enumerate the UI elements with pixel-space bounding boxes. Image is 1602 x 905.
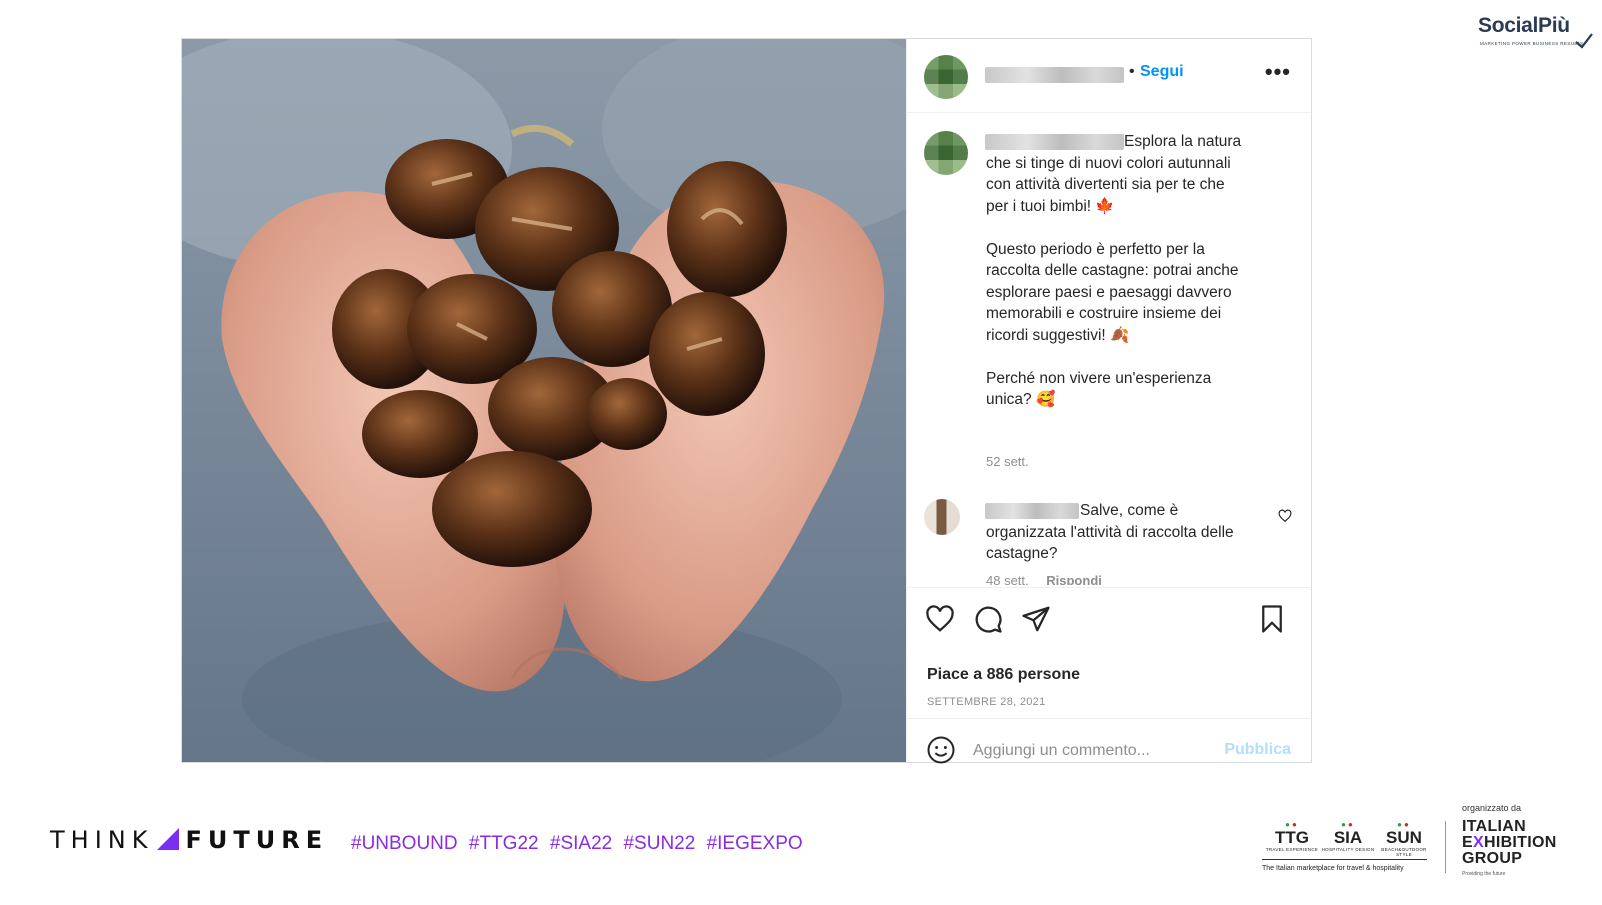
- publish-button[interactable]: Pubblica: [1224, 741, 1291, 759]
- ieg-line-3: GROUP: [1462, 850, 1523, 867]
- fairs-tagline: The Italian marketplace for travel & hos…: [1262, 865, 1404, 872]
- brand-name: SocialPiù: [1478, 14, 1570, 37]
- share-icon[interactable]: [1021, 604, 1051, 634]
- more-dots-icon[interactable]: •••: [1265, 59, 1291, 85]
- chestnuts-in-hands-illustration: [182, 39, 906, 762]
- fair-sub: BEACH&OUTDOOR STYLE: [1381, 847, 1427, 857]
- post-actions: Piace a 886 persone SETTEMBRE 28, 2021: [907, 587, 1310, 718]
- ieg-line-2: EXHIBITION: [1462, 835, 1557, 851]
- fair-sub: TRAVEL EXPERIENCE: [1265, 847, 1319, 852]
- caption-time: 52 sett.: [986, 454, 1029, 469]
- emoji-icon[interactable]: [926, 735, 956, 765]
- post-header: • Segui •••: [907, 39, 1311, 113]
- ieg-logo: ITALIAN EXHIBITION GROUP: [1462, 819, 1557, 867]
- caption-author-avatar[interactable]: [924, 131, 968, 175]
- triangle-mark-icon: [157, 828, 180, 850]
- future-word: FUTURE: [185, 826, 329, 854]
- ieg-line-1: ITALIAN: [1462, 818, 1527, 835]
- fair-logo-ttg: ●● TTG TRAVEL EXPERIENCE: [1262, 821, 1322, 853]
- ieg-tagline: Providing the future: [1462, 871, 1506, 877]
- bookmark-icon[interactable]: [1257, 604, 1287, 634]
- comment-time: 48 sett.: [986, 573, 1029, 585]
- heart-icon[interactable]: [925, 604, 955, 634]
- comment-text: Salve, come è organizzata l'attività di …: [986, 502, 1234, 562]
- ieg-x: X: [1472, 834, 1484, 851]
- comment-input[interactable]: [971, 733, 1205, 769]
- comment-like-heart-icon[interactable]: [1278, 509, 1292, 523]
- think-word: THINK: [50, 826, 154, 854]
- author-name-blurred[interactable]: [985, 67, 1124, 83]
- reply-button[interactable]: Rispondi: [1046, 573, 1102, 585]
- author-avatar[interactable]: [924, 55, 968, 99]
- brand-tagline: MARKETING POWER BUSINESS RESULTS: [1480, 41, 1584, 46]
- ieg-line-2-a: E: [1462, 834, 1473, 851]
- instagram-post: • Segui ••• Esplora la natura che si tin…: [181, 38, 1312, 769]
- post-sidebar: • Segui ••• Esplora la natura che si tin…: [906, 39, 1311, 769]
- post-date: SETTEMBRE 28, 2021: [927, 696, 1046, 708]
- comment-icon[interactable]: [973, 604, 1003, 634]
- header-separator: •: [1129, 63, 1135, 80]
- fair-name: SIA: [1333, 828, 1363, 847]
- fair-name: SUN: [1386, 828, 1422, 847]
- comments-panel[interactable]: Esplora la natura che si tinge di nuovi …: [907, 113, 1310, 585]
- ieg-line-2-b: HIBITION: [1483, 834, 1557, 851]
- fairs-divider: [1262, 859, 1427, 860]
- comment-meta: 48 sett. Rispondi: [986, 573, 1102, 585]
- fair-logo-sia: ●● SIA HOSPITALITY DESIGN: [1318, 821, 1378, 853]
- organizer-logos: ●● TTG TRAVEL EXPERIENCE ●● SIA HOSPITAL…: [1262, 803, 1592, 883]
- socialpiu-logo: SocialPiù MARKETING POWER BUSINESS RESUL…: [1474, 14, 1594, 50]
- commenter-avatar[interactable]: [924, 499, 960, 535]
- fair-name: TTG: [1275, 828, 1309, 847]
- likes-count[interactable]: Piace a 886 persone: [927, 666, 1080, 684]
- brand-check-icon: [1575, 33, 1593, 49]
- fair-sub: HOSPITALITY DESIGN: [1321, 847, 1375, 852]
- follow-button[interactable]: Segui: [1140, 63, 1184, 81]
- think-future-logo: THINK FUTURE: [50, 826, 328, 854]
- org-divider: [1445, 821, 1446, 873]
- organizer-label: organizzato da: [1462, 803, 1522, 813]
- hashtags: #UNBOUND #TTG22 #SIA22 #SUN22 #IEGEXPO: [351, 833, 803, 854]
- fair-logo-sun: ●● SUN BEACH&OUTDOOR STYLE: [1374, 821, 1434, 858]
- add-comment-bar: Pubblica: [907, 718, 1310, 769]
- post-photo-chestnuts[interactable]: [182, 39, 906, 762]
- post-caption: Esplora la natura che si tinge di nuovi …: [986, 133, 1242, 408]
